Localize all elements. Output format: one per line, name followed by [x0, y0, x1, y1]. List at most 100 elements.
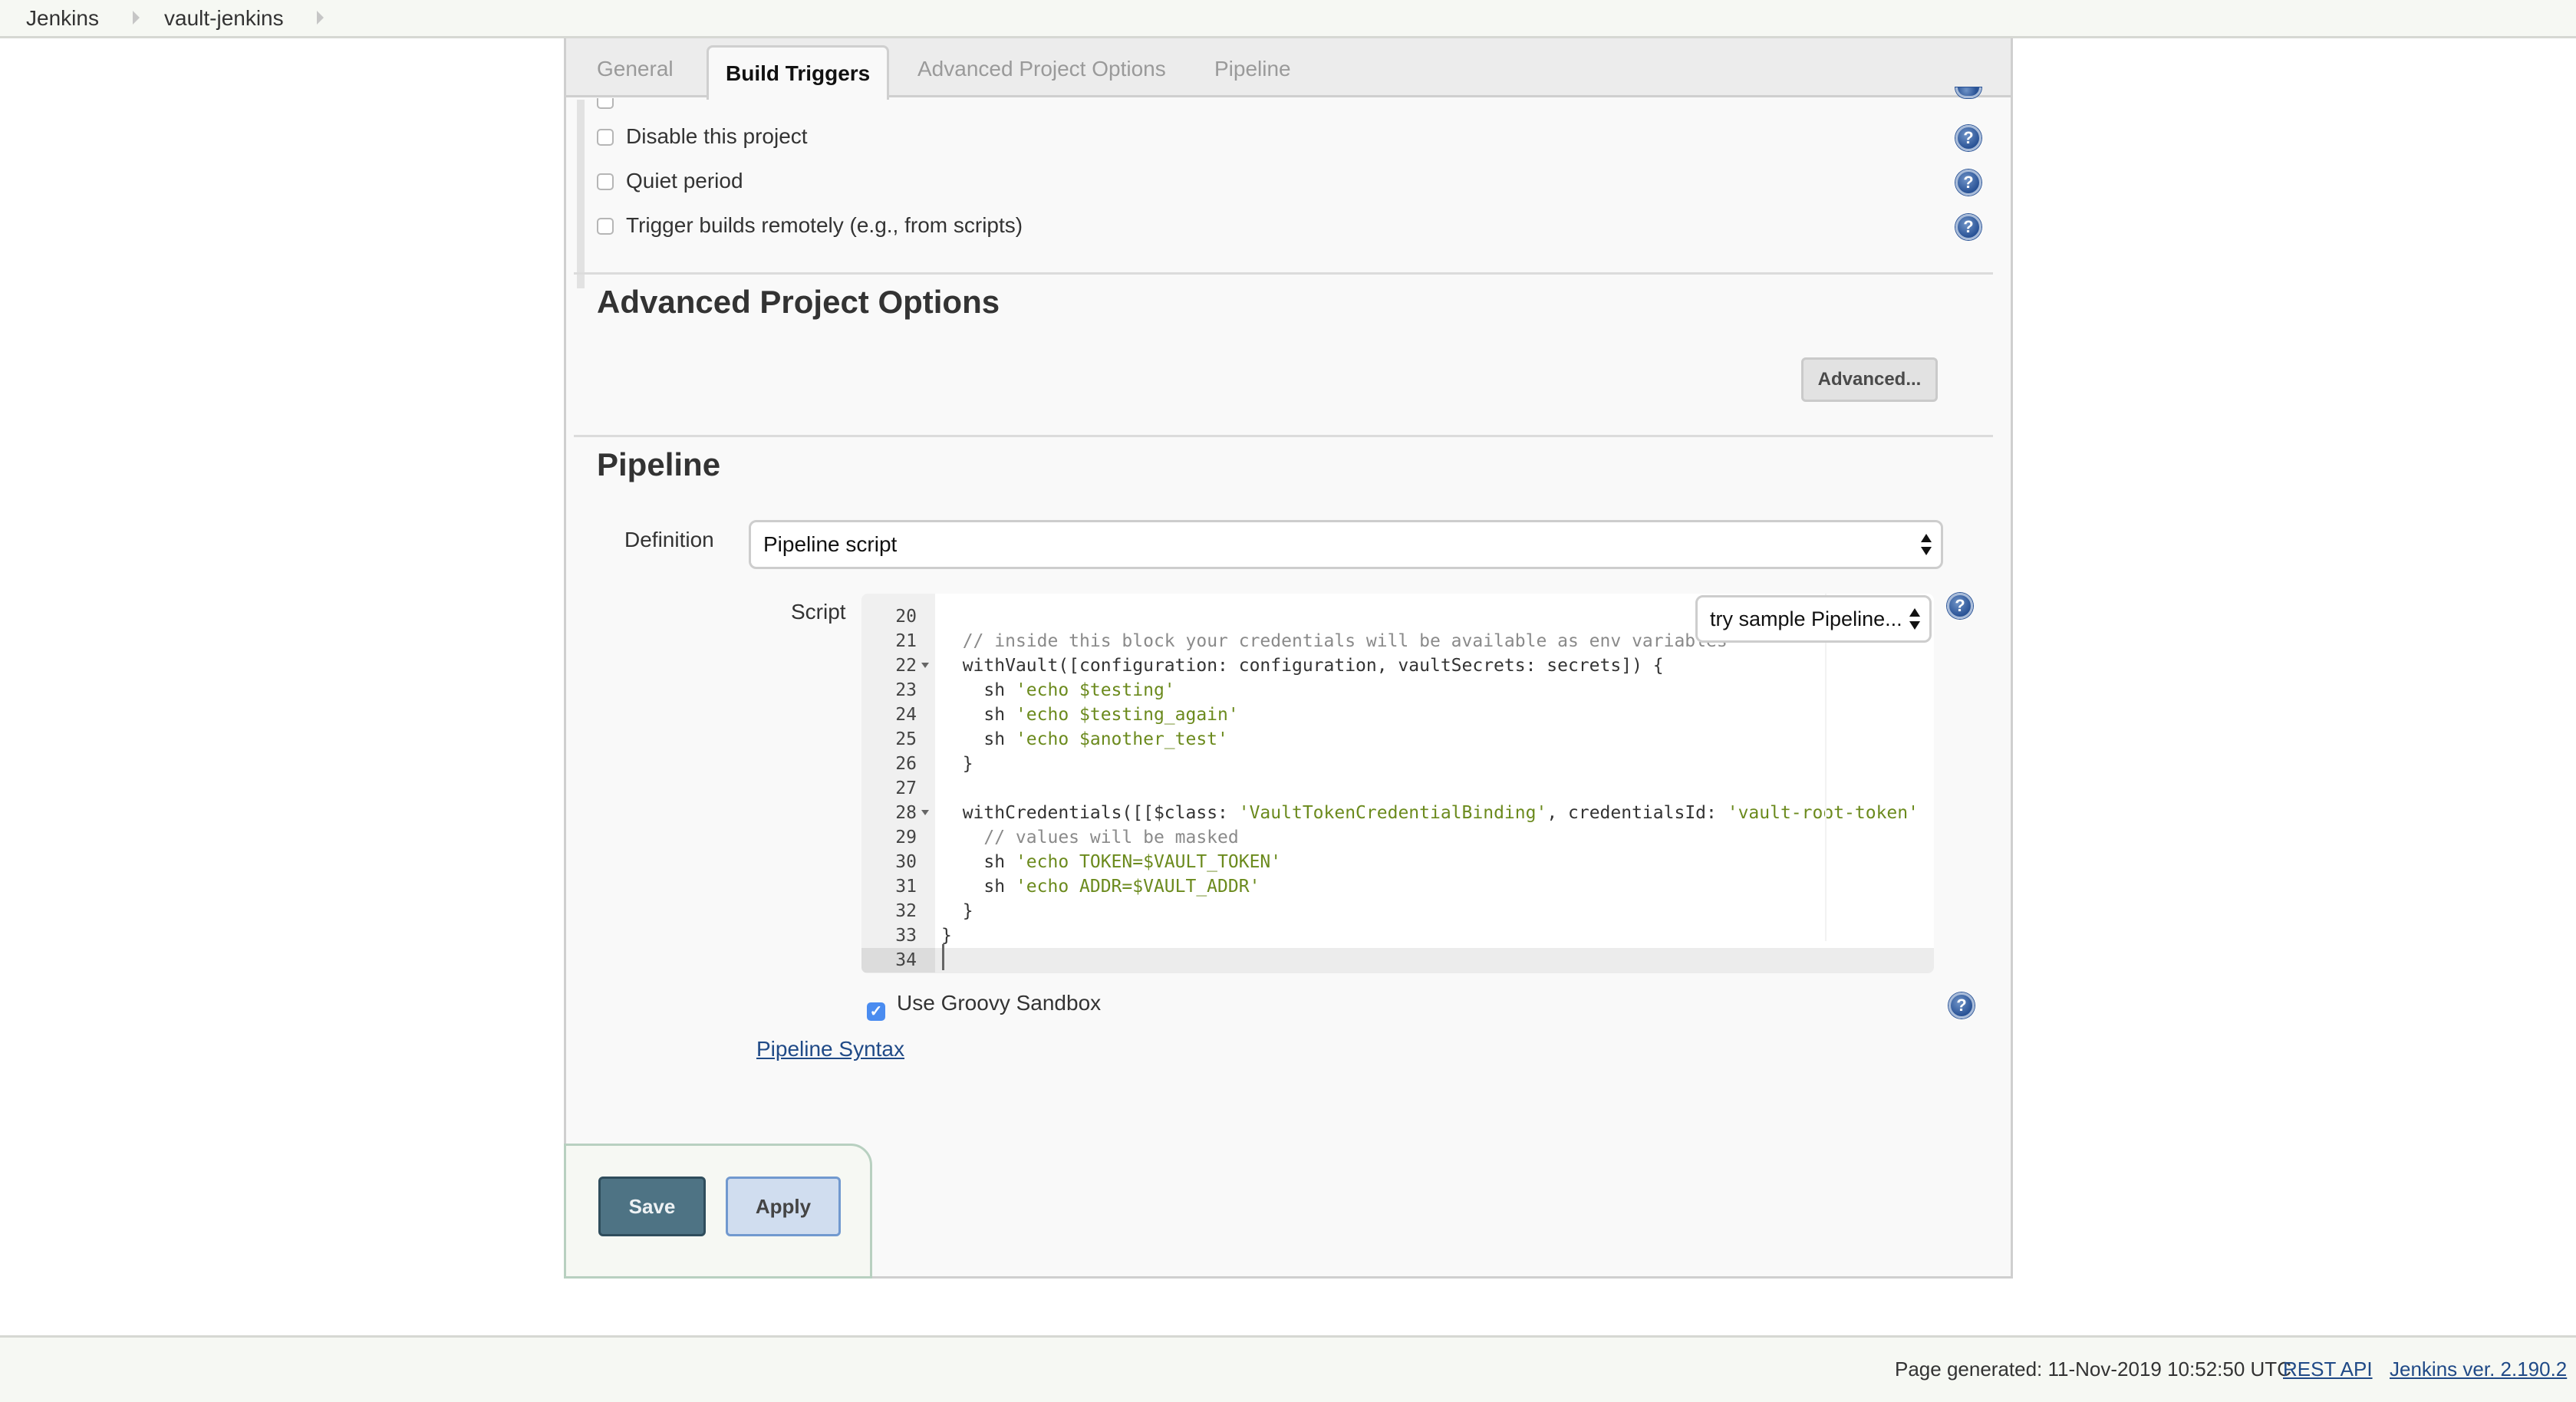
advanced-options-title: Advanced Project Options [597, 284, 1000, 320]
code-text: // values will be masked [941, 825, 1239, 850]
code-token-plain: } [962, 901, 973, 921]
page-generated-text: Page generated: 11-Nov-2019 10:52:50 UTC [1895, 1358, 2291, 1381]
code-line[interactable]: 25 sh 'echo $another_test' [861, 727, 1934, 752]
code-text: withCredentials([[$class: 'VaultTokenCre… [941, 801, 1919, 825]
code-token-plain: sh [983, 852, 1016, 872]
code-token-plain: } [962, 754, 973, 774]
help-icon[interactable]: ? [1955, 214, 1981, 240]
advanced-button[interactable]: Advanced... [1801, 357, 1938, 402]
poll-scm-checkbox[interactable] [597, 98, 614, 109]
trigger-remotely-checkbox[interactable] [597, 218, 614, 235]
fold-arrow-icon[interactable] [921, 810, 929, 815]
code-line[interactable]: 29 // values will be masked [861, 825, 1934, 850]
sample-pipeline-select[interactable]: try sample Pipeline... [1695, 595, 1932, 643]
line-number: 27 [895, 778, 917, 798]
help-icon[interactable]: ? [1948, 992, 1975, 1019]
tab-general[interactable]: General [597, 57, 674, 81]
code-token-string: 'echo $another_test' [1015, 729, 1228, 749]
code-token-plain: sh [983, 729, 1016, 749]
breadcrumb-vault-jenkins[interactable]: vault-jenkins [164, 6, 284, 31]
quiet-period-label: Quiet period [626, 169, 743, 193]
code-token-plain: withCredentials([[$class: [962, 803, 1239, 823]
code-line[interactable]: 31 sh 'echo ADDR=$VAULT_ADDR' [861, 874, 1934, 899]
code-line[interactable]: 24 sh 'echo $testing_again' [861, 703, 1934, 727]
code-text: sh 'echo $testing_again' [941, 703, 1239, 727]
line-number: 22 [895, 656, 917, 676]
code-token-comment: // inside this block your credentials wi… [962, 631, 1728, 651]
help-icon[interactable]: ? [1955, 169, 1981, 196]
definition-label: Definition [624, 528, 714, 551]
code-token-plain: withVault([configuration: configuration,… [962, 656, 1664, 676]
tab-build-triggers[interactable]: Build Triggers [707, 45, 890, 100]
help-icon[interactable]: ? [1947, 593, 1973, 619]
code-token-plain: sh [983, 680, 1016, 700]
code-token-string: 'echo ADDR=$VAULT_ADDR' [1015, 877, 1260, 897]
code-text: sh 'echo $another_test' [941, 727, 1228, 752]
help-icon[interactable]: ? [1955, 125, 1981, 151]
code-token-plain: , credentialsId: [1547, 803, 1728, 823]
code-text: sh 'echo $testing' [941, 678, 1175, 703]
definition-value: Pipeline script [763, 532, 898, 556]
code-text: sh 'echo ADDR=$VAULT_ADDR' [941, 874, 1260, 899]
code-line[interactable]: 30 sh 'echo TOKEN=$VAULT_TOKEN' [861, 850, 1934, 874]
code-line[interactable]: 34 [861, 948, 1934, 973]
breadcrumb-arrow-icon[interactable] [133, 11, 140, 25]
section-indent-bar [577, 100, 585, 288]
breadcrumb-jenkins[interactable]: Jenkins [26, 6, 99, 31]
quiet-period-checkbox[interactable] [597, 173, 614, 190]
pipeline-title: Pipeline [597, 446, 721, 482]
code-line[interactable]: 28 withCredentials([[$class: 'VaultToken… [861, 801, 1934, 825]
code-line[interactable]: 33} [861, 923, 1934, 948]
rest-api-link[interactable]: REST API [2283, 1358, 2373, 1381]
line-number: 32 [895, 901, 917, 921]
breadcrumb-arrow-icon[interactable] [317, 11, 324, 25]
line-number: 29 [895, 828, 917, 847]
code-line[interactable]: 32 } [861, 899, 1934, 923]
select-arrows-icon [1909, 608, 1920, 630]
line-number: 28 [895, 803, 917, 823]
line-number: 26 [895, 754, 917, 774]
code-line[interactable]: 26 } [861, 752, 1934, 776]
code-line[interactable]: 22 withVault([configuration: configurati… [861, 653, 1934, 678]
apply-button[interactable]: Apply [726, 1177, 841, 1236]
save-button[interactable]: Save [598, 1177, 706, 1236]
trigger-remotely-label: Trigger builds remotely (e.g., from scri… [626, 213, 1023, 237]
fold-arrow-icon[interactable] [921, 663, 929, 668]
section-divider [574, 272, 1993, 275]
jenkins-version-link[interactable]: Jenkins ver. 2.190.2 [2390, 1358, 2567, 1381]
code-token-comment: // values will be masked [983, 828, 1239, 847]
tab-advanced-project-options[interactable]: Advanced Project Options [917, 57, 1166, 81]
code-line[interactable]: 23 sh 'echo $testing' [861, 678, 1934, 703]
line-number: 31 [895, 877, 917, 897]
code-text: } [941, 752, 973, 776]
code-token-string: 'echo $testing' [1015, 680, 1175, 700]
print-margin [1825, 594, 1827, 941]
tab-pipeline[interactable]: Pipeline [1214, 57, 1291, 81]
code-token-plain: sh [983, 705, 1016, 725]
pipeline-syntax-link[interactable]: Pipeline Syntax [756, 1037, 904, 1061]
tab-bar: General Build Triggers Advanced Project … [566, 38, 2011, 100]
line-number: 30 [895, 852, 917, 872]
disable-project-checkbox[interactable] [597, 129, 614, 146]
groovy-sandbox-checkbox[interactable]: ✓ [867, 1002, 885, 1021]
line-number: 23 [895, 680, 917, 700]
select-arrows-icon [1921, 534, 1932, 555]
section-divider [574, 435, 1993, 437]
code-token-plain: sh [983, 877, 1016, 897]
line-number: 24 [895, 705, 917, 725]
line-number: 25 [895, 729, 917, 749]
groovy-sandbox-label: Use Groovy Sandbox [897, 991, 1102, 1015]
breadcrumb: Jenkins vault-jenkins [0, 0, 2576, 38]
code-line[interactable]: 27 [861, 776, 1934, 801]
code-token-string: 'VaultTokenCredentialBinding' [1238, 803, 1547, 823]
script-editor[interactable]: 20 21 // inside this block your credentia… [861, 594, 1934, 973]
sample-pipeline-value: try sample Pipeline... [1710, 607, 1902, 630]
script-label: Script [791, 600, 846, 624]
code-token-string: 'echo $testing_again' [1015, 705, 1239, 725]
page-footer: Page generated: 11-Nov-2019 10:52:50 UTC… [0, 1335, 2576, 1402]
text-cursor [942, 944, 944, 970]
definition-select[interactable]: Pipeline script [749, 520, 1943, 569]
line-number: 34 [861, 948, 935, 973]
line-number: 21 [895, 631, 917, 651]
form-actions-bar: Save Apply [564, 1144, 872, 1279]
